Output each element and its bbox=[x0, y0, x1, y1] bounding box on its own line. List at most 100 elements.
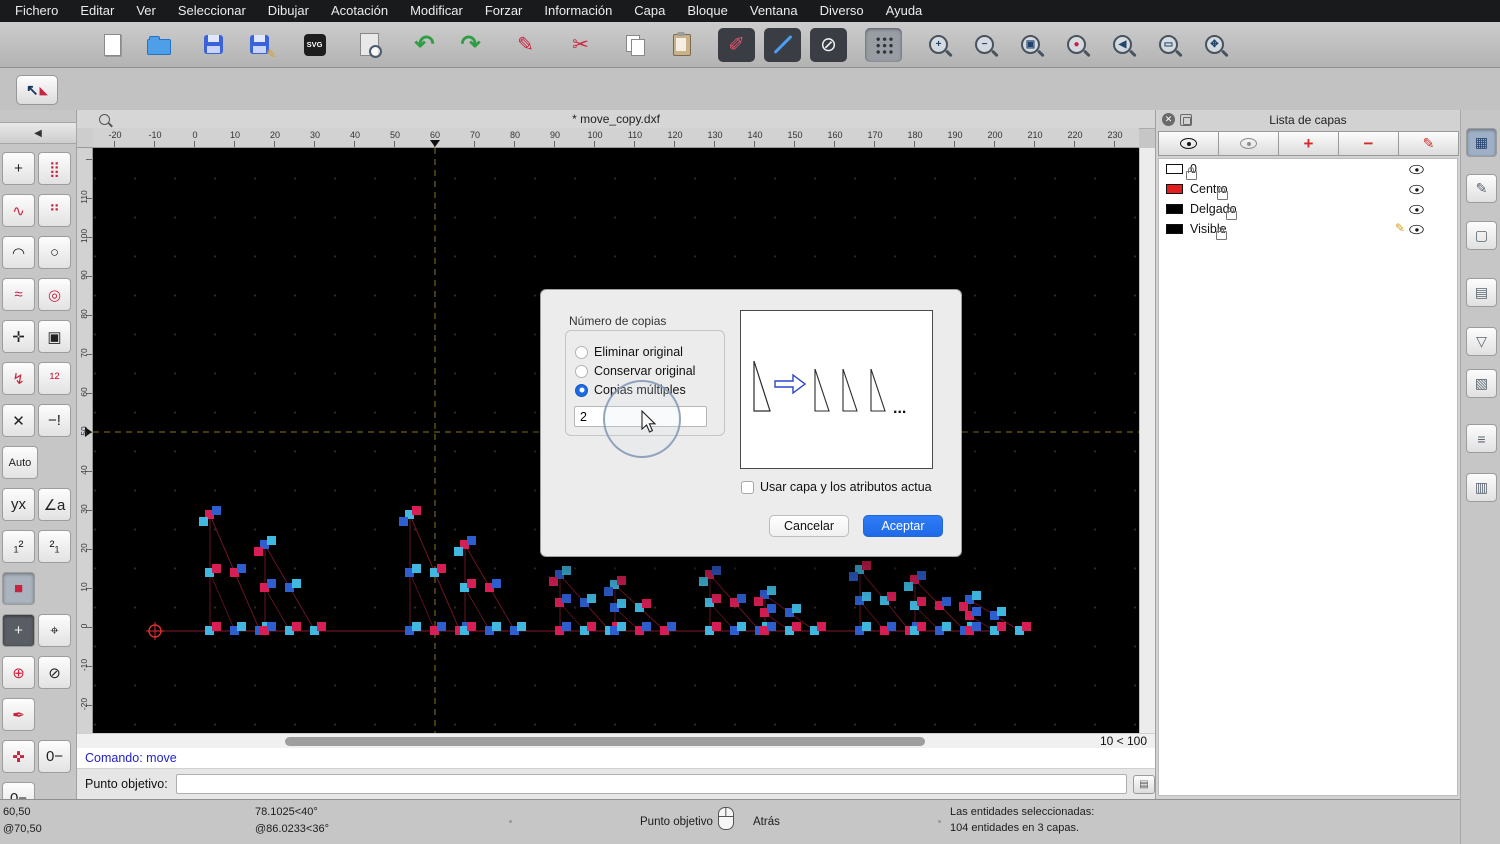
save-button[interactable] bbox=[195, 28, 232, 62]
pin-tool[interactable]: ✜ bbox=[2, 740, 35, 773]
vertical-scrollbar[interactable] bbox=[1139, 148, 1155, 733]
redo-button[interactable]: ↷ bbox=[452, 28, 489, 62]
reference-axis[interactable]: ⊘ bbox=[38, 656, 71, 689]
snap-exclude[interactable]: −! bbox=[38, 404, 71, 437]
snap-auto[interactable]: + bbox=[2, 152, 35, 185]
panel-command-line[interactable]: ≡ bbox=[1466, 424, 1497, 453]
restrict-horizontal[interactable]: + bbox=[2, 614, 35, 647]
radio-conservar-original[interactable]: Conservar original bbox=[575, 363, 695, 379]
undo-button[interactable]: ↶ bbox=[406, 28, 443, 62]
cad-toolbar-category-button[interactable]: ↖ ◣ bbox=[16, 75, 58, 105]
snap-perpendicular[interactable]: ✛ bbox=[2, 320, 35, 353]
snap-arc[interactable]: ◠ bbox=[2, 236, 35, 269]
order-two-one[interactable]: ²₁ bbox=[38, 530, 71, 563]
zoom-previous-button[interactable]: ◀ bbox=[1104, 28, 1141, 62]
zoom-selection-button[interactable]: ● bbox=[1058, 28, 1095, 62]
horizontal-scrollbar-thumb[interactable] bbox=[285, 737, 925, 746]
reference-point[interactable]: ⊕ bbox=[2, 656, 35, 689]
measure-needle[interactable]: ✒ bbox=[2, 698, 35, 731]
snap-center[interactable]: ◎ bbox=[38, 278, 71, 311]
menu-dibujar[interactable]: Dibujar bbox=[257, 0, 320, 22]
accept-button[interactable]: Aceptar bbox=[863, 515, 943, 537]
snap-circle[interactable]: ○ bbox=[38, 236, 71, 269]
add-layer-button[interactable]: + bbox=[1278, 131, 1339, 156]
radio-button-icon[interactable] bbox=[575, 346, 588, 359]
menu-ventana[interactable]: Ventana bbox=[739, 0, 809, 22]
remove-layer-button[interactable]: − bbox=[1338, 131, 1399, 156]
auto-snap-button[interactable]: Auto bbox=[2, 446, 38, 479]
layer-visibility-icon[interactable] bbox=[1409, 185, 1423, 194]
copy-button[interactable] bbox=[617, 28, 654, 62]
zoom-in-button[interactable]: + bbox=[920, 28, 957, 62]
ellipse-tool-button[interactable]: ⊘ bbox=[810, 28, 847, 62]
panel-property-editor[interactable]: ▦ bbox=[1466, 128, 1497, 157]
zoom-auto-button[interactable]: ▣ bbox=[1012, 28, 1049, 62]
panel-clipboard[interactable]: ▥ bbox=[1466, 473, 1497, 502]
use-current-layer-option[interactable]: Usar capa y los atributos actua bbox=[741, 479, 955, 495]
hide-all-layers-button[interactable] bbox=[1218, 131, 1279, 156]
menu-capa[interactable]: Capa bbox=[623, 0, 676, 22]
layer-visibility-icon[interactable] bbox=[1409, 225, 1423, 234]
edit-entity-button[interactable]: ✐ bbox=[718, 28, 755, 62]
palette-collapse-button[interactable]: ◀ bbox=[0, 122, 77, 144]
snap-entity[interactable]: ▣ bbox=[38, 320, 71, 353]
paste-button[interactable] bbox=[663, 28, 700, 62]
cancel-button[interactable]: Cancelar bbox=[769, 515, 849, 537]
zoom-out-button[interactable]: − bbox=[966, 28, 1003, 62]
layer-visibility-icon[interactable] bbox=[1409, 205, 1423, 214]
svg-export-button[interactable]: SVG bbox=[296, 28, 333, 62]
menu-forzar[interactable]: Forzar bbox=[474, 0, 534, 22]
restrict-vertical[interactable]: ⌖ bbox=[38, 614, 71, 647]
save-as-button[interactable]: ✎ bbox=[241, 28, 278, 62]
layer-row-visible[interactable]: Visible✎ bbox=[1159, 219, 1457, 239]
menu-diverso[interactable]: Diverso bbox=[809, 0, 875, 22]
panel-block-list[interactable]: ▢ bbox=[1466, 221, 1497, 250]
layer-row-0[interactable]: 0 bbox=[1159, 159, 1457, 179]
command-options-button[interactable]: ▤ bbox=[1133, 775, 1155, 794]
line-color-button[interactable] bbox=[764, 28, 801, 62]
open-file-button[interactable] bbox=[140, 28, 177, 62]
grid-toggle-button[interactable] bbox=[865, 28, 902, 62]
panel-library-browser[interactable]: ▧ bbox=[1466, 369, 1497, 398]
snap-order[interactable]: ¹² bbox=[38, 362, 71, 395]
pan-button[interactable]: ✥ bbox=[1196, 28, 1233, 62]
use-current-layer-checkbox[interactable] bbox=[741, 481, 754, 494]
menu-ver[interactable]: Ver bbox=[125, 0, 167, 22]
menu-bloque[interactable]: Bloque bbox=[676, 0, 738, 22]
layer-visibility-icon[interactable] bbox=[1409, 165, 1423, 174]
close-panel-icon[interactable]: ✕ bbox=[1162, 113, 1175, 126]
current-selection-tool[interactable]: ■ bbox=[2, 572, 35, 605]
snap-free[interactable]: ∿ bbox=[2, 194, 35, 227]
command-input[interactable] bbox=[176, 774, 1127, 794]
restrict-xy[interactable]: yx bbox=[2, 488, 35, 521]
layer-lock-icon[interactable] bbox=[1216, 231, 1227, 240]
radio-eliminar-original[interactable]: Eliminar original bbox=[575, 344, 683, 360]
cut-button[interactable]: ✂ bbox=[562, 28, 599, 62]
radio-button-icon[interactable] bbox=[575, 365, 588, 378]
horizontal-scrollbar[interactable]: 10 < 100 bbox=[77, 733, 1155, 748]
snap-grid[interactable]: ⣿ bbox=[38, 152, 71, 185]
layer-row-delgado[interactable]: Delgado bbox=[1159, 199, 1457, 219]
menu-editar[interactable]: Editar bbox=[69, 0, 125, 22]
snap-cross[interactable]: ✕ bbox=[2, 404, 35, 437]
menu-seleccionar[interactable]: Seleccionar bbox=[167, 0, 257, 22]
new-file-button[interactable] bbox=[94, 28, 131, 62]
panel-view-list[interactable]: ▤ bbox=[1466, 278, 1497, 307]
restrict-angle[interactable]: ∠a bbox=[38, 488, 71, 521]
snap-points[interactable]: ⠛ bbox=[38, 194, 71, 227]
detach-panel-icon[interactable] bbox=[1180, 114, 1192, 126]
print-preview-button[interactable] bbox=[351, 28, 388, 62]
zoom-window-button[interactable]: ▭ bbox=[1150, 28, 1187, 62]
order-one-two[interactable]: ₁² bbox=[2, 530, 35, 563]
snap-intersection[interactable]: ↯ bbox=[2, 362, 35, 395]
snap-tangent[interactable]: ≈ bbox=[2, 278, 35, 311]
draw-pencil-button[interactable]: ✎ bbox=[507, 28, 544, 62]
layer-row-centro[interactable]: Centro bbox=[1159, 179, 1457, 199]
menu-ayuda[interactable]: Ayuda bbox=[875, 0, 934, 22]
show-all-layers-button[interactable] bbox=[1158, 131, 1219, 156]
menu-acotacion[interactable]: Acotación bbox=[320, 0, 399, 22]
panel-layer-list[interactable]: ✎ bbox=[1466, 174, 1497, 203]
menu-informacion[interactable]: Información bbox=[533, 0, 623, 22]
panel-selection-filter[interactable]: ▽ bbox=[1466, 327, 1497, 356]
menu-modificar[interactable]: Modificar bbox=[399, 0, 474, 22]
